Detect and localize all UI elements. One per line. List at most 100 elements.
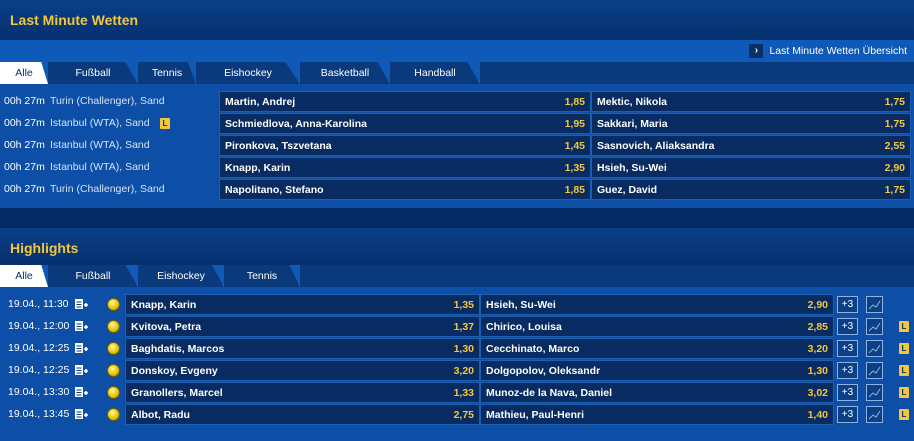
more-bets-button[interactable]: +3 xyxy=(837,406,858,423)
home-odds-button[interactable]: Granollers, Marcel 1,33 xyxy=(125,382,480,403)
last-minute-overview-link[interactable]: Last Minute Wetten Übersicht xyxy=(769,45,907,57)
highlights-tabs: Alle Fußball Eishockey Tennis xyxy=(0,265,914,287)
home-odd: 2,75 xyxy=(453,408,474,421)
statistics-icon[interactable] xyxy=(866,384,883,401)
tab-tennis[interactable]: Tennis xyxy=(224,265,300,287)
add-to-betslip-icon[interactable] xyxy=(74,320,88,333)
home-odds-button[interactable]: Kvitova, Petra 1,37 xyxy=(125,316,480,337)
home-player: Albot, Radu xyxy=(131,408,190,421)
highlights-section: Highlights Alle Fußball Eishockey Tennis… xyxy=(0,228,914,441)
tab-tennis[interactable]: Tennis xyxy=(138,62,196,84)
match-date: 19.04., 12:00 xyxy=(8,320,70,332)
add-to-betslip-icon[interactable] xyxy=(74,298,88,311)
home-player: Pironkova, Tszvetana xyxy=(225,139,332,152)
away-odd: 2,90 xyxy=(884,161,905,174)
home-player: Donskoy, Evgeny xyxy=(131,364,218,377)
match-countdown: 00h 27m xyxy=(4,139,45,151)
last-minute-row: 00h 27m Istanbul (WTA), Sand Knapp, Karin 1… xyxy=(0,157,914,179)
statistics-icon[interactable] xyxy=(866,362,883,379)
tab-handball[interactable]: Handball xyxy=(390,62,480,84)
highlight-row: 19.04., 13:30 Granollers, Marcel 1,33 Munoz… xyxy=(0,382,914,404)
home-odds-button[interactable]: Donskoy, Evgeny 3,20 xyxy=(125,360,480,381)
match-date: 19.04., 13:45 xyxy=(8,408,70,420)
league-name: Istanbul (WTA), Sand xyxy=(50,161,150,173)
away-odd: 2,55 xyxy=(884,139,905,152)
statistics-icon[interactable] xyxy=(866,340,883,357)
highlight-row: 19.04., 13:45 Albot, Radu 2,75 Mathieu, Pau… xyxy=(0,404,914,426)
away-odd: 3,02 xyxy=(807,386,828,399)
more-bets-button[interactable]: +3 xyxy=(837,362,858,379)
statistics-icon[interactable] xyxy=(866,296,883,313)
home-odd: 1,30 xyxy=(453,342,474,355)
last-minute-section: Last Minute Wetten › Last Minute Wetten … xyxy=(0,0,914,208)
home-odd: 1,45 xyxy=(564,139,585,152)
home-odds-button[interactable]: Knapp, Karin 1,35 xyxy=(219,157,591,178)
home-odds-button[interactable]: Knapp, Karin 1,35 xyxy=(125,294,480,315)
highlight-row: 19.04., 12:25 Baghdatis, Marcos 1,30 Cecchi… xyxy=(0,338,914,360)
away-odds-button[interactable]: Mektic, Nikola 1,75 xyxy=(591,91,911,112)
away-odd: 1,30 xyxy=(807,364,828,377)
away-odds-button[interactable]: Munoz-de la Nava, Daniel 3,02 xyxy=(480,382,834,403)
tennis-ball-icon xyxy=(107,342,120,355)
away-odds-button[interactable]: Sasnovich, Aliaksandra 2,55 xyxy=(591,135,911,156)
away-odd: 2,85 xyxy=(807,320,828,333)
tab-eishockey[interactable]: Eishockey xyxy=(196,62,300,84)
home-odd: 1,37 xyxy=(453,320,474,333)
away-player: Mektic, Nikola xyxy=(597,95,668,108)
highlights-list: 19.04., 11:30 Knapp, Karin 1,35 Hsieh, Su-W… xyxy=(0,287,914,441)
live-badge: L xyxy=(899,387,909,398)
tab-alle[interactable]: Alle xyxy=(0,62,48,84)
away-odds-button[interactable]: Chirico, Louisa 2,85 xyxy=(480,316,834,337)
match-date: 19.04., 12:25 xyxy=(8,342,70,354)
home-odds-button[interactable]: Napolitano, Stefano 1,85 xyxy=(219,179,591,200)
away-odds-button[interactable]: Sakkari, Maria 1,75 xyxy=(591,113,911,134)
home-player: Martin, Andrej xyxy=(225,95,296,108)
league-name: Turin (Challenger), Sand xyxy=(50,95,165,107)
tab-eishockey[interactable]: Eishockey xyxy=(138,265,224,287)
home-odds-button[interactable]: Schmiedlova, Anna-Karolina 1,95 xyxy=(219,113,591,134)
home-player: Knapp, Karin xyxy=(131,298,197,311)
add-to-betslip-icon[interactable] xyxy=(74,364,88,377)
home-odds-button[interactable]: Pironkova, Tszvetana 1,45 xyxy=(219,135,591,156)
tab-bar-fill xyxy=(480,62,914,84)
more-bets-button[interactable]: +3 xyxy=(837,318,858,335)
match-countdown: 00h 27m xyxy=(4,95,45,107)
arrow-right-icon[interactable]: › xyxy=(749,44,764,58)
away-player: Hsieh, Su-Wei xyxy=(486,298,556,311)
away-odds-button[interactable]: Dolgopolov, Oleksandr 1,30 xyxy=(480,360,834,381)
more-bets-button[interactable]: +3 xyxy=(837,296,858,313)
home-odd: 1,35 xyxy=(564,161,585,174)
highlight-row: 19.04., 12:25 Donskoy, Evgeny 3,20 Dolgopol… xyxy=(0,360,914,382)
home-odds-button[interactable]: Albot, Radu 2,75 xyxy=(125,404,480,425)
last-minute-title: Last Minute Wetten xyxy=(0,0,914,40)
away-odds-button[interactable]: Guez, David 1,75 xyxy=(591,179,911,200)
away-odd: 1,75 xyxy=(884,95,905,108)
away-odds-button[interactable]: Hsieh, Su-Wei 2,90 xyxy=(591,157,911,178)
statistics-icon[interactable] xyxy=(866,406,883,423)
away-odds-button[interactable]: Cecchinato, Marco 3,20 xyxy=(480,338,834,359)
away-player: Sasnovich, Aliaksandra xyxy=(597,139,715,152)
tab-alle[interactable]: Alle xyxy=(0,265,48,287)
away-odds-button[interactable]: Mathieu, Paul-Henri 1,40 xyxy=(480,404,834,425)
home-odds-button[interactable]: Martin, Andrej 1,85 xyxy=(219,91,591,112)
statistics-icon[interactable] xyxy=(866,318,883,335)
away-odds-button[interactable]: Hsieh, Su-Wei 2,90 xyxy=(480,294,834,315)
add-to-betslip-icon[interactable] xyxy=(74,408,88,421)
home-player: Kvitova, Petra xyxy=(131,320,202,333)
highlights-title: Highlights xyxy=(0,228,914,265)
away-player: Munoz-de la Nava, Daniel xyxy=(486,386,613,399)
highlight-row: 19.04., 12:00 Kvitova, Petra 1,37 Chirico, … xyxy=(0,316,914,338)
more-bets-button[interactable]: +3 xyxy=(837,340,858,357)
add-to-betslip-icon[interactable] xyxy=(74,342,88,355)
home-odds-button[interactable]: Baghdatis, Marcos 1,30 xyxy=(125,338,480,359)
away-odd: 3,20 xyxy=(807,342,828,355)
tab-basketball[interactable]: Basketball xyxy=(300,62,390,84)
tennis-ball-icon xyxy=(107,408,120,421)
last-minute-row: 00h 27m Istanbul (WTA), Sand L Schmiedlova,… xyxy=(0,113,914,135)
match-countdown: 00h 27m xyxy=(4,117,45,129)
tab-fussball[interactable]: Fußball xyxy=(48,62,138,84)
more-bets-button[interactable]: +3 xyxy=(837,384,858,401)
add-to-betslip-icon[interactable] xyxy=(74,386,88,399)
tab-fussball[interactable]: Fußball xyxy=(48,265,138,287)
last-minute-row: 00h 27m Turin (Challenger), Sand Martin, A… xyxy=(0,91,914,113)
